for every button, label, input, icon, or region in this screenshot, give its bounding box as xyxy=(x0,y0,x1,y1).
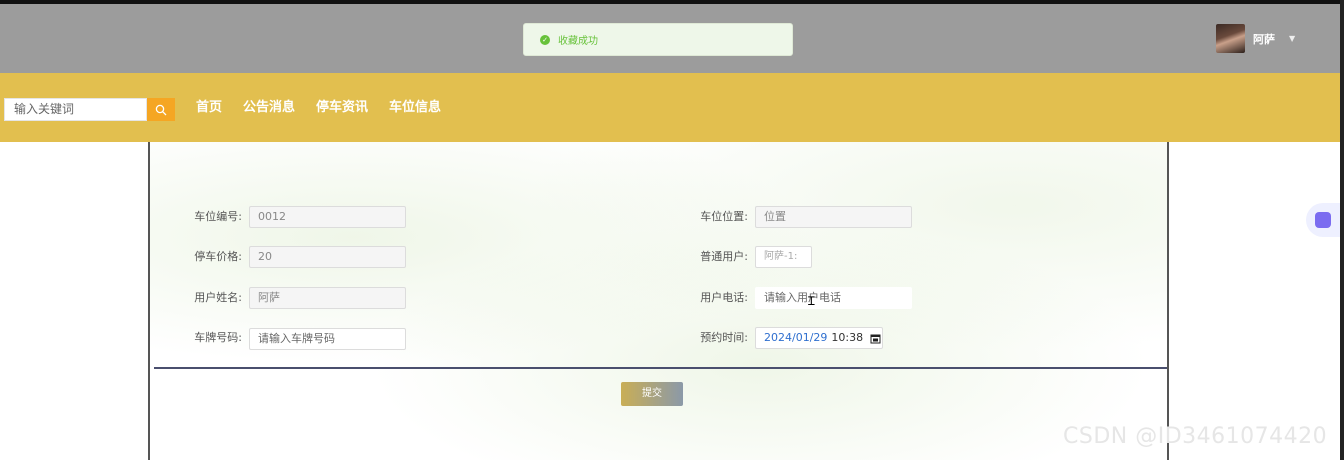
search-button[interactable] xyxy=(147,98,175,121)
plate-no-label: 车牌号码: xyxy=(194,331,242,344)
parking-no-label: 车位编号: xyxy=(194,210,242,223)
user-name-label: 用户姓名: xyxy=(194,291,242,304)
parking-location-field[interactable]: 位置 xyxy=(755,206,912,228)
reserve-time: 10:38 xyxy=(831,331,864,344)
assistant-icon xyxy=(1315,212,1331,228)
nav-item-home[interactable]: 首页 xyxy=(196,98,222,118)
reserve-date: 2024/01/29 xyxy=(764,331,828,344)
user-menu[interactable]: 阿萨 ▼ xyxy=(1216,24,1295,53)
reserve-time-input[interactable]: 2024/01/29 10:38 xyxy=(755,327,883,349)
navbar: 输入关键词 首页 公告消息 停车资讯 车位信息 xyxy=(0,73,1340,142)
nav-item-notices[interactable]: 公告消息 xyxy=(243,98,295,118)
submit-button[interactable]: 提交 xyxy=(621,382,683,406)
reservation-form-panel: 车位编号: 0012 停车价格: 20 用户姓名: 阿萨 车牌号码: 请输入车牌… xyxy=(148,142,1169,460)
nav-item-parking-news[interactable]: 停车资讯 xyxy=(316,98,368,118)
plate-no-input[interactable]: 请输入车牌号码 xyxy=(249,328,406,350)
normal-user-select[interactable]: 阿萨-1: xyxy=(755,246,812,268)
avatar[interactable] xyxy=(1216,24,1245,53)
price-field[interactable]: 20 xyxy=(249,246,406,268)
parking-no-field[interactable]: 0012 xyxy=(249,206,406,228)
text-cursor-icon: Ɪ xyxy=(808,294,815,308)
floating-assistant-button[interactable] xyxy=(1306,203,1344,237)
user-phone-input[interactable]: 请输入用户电话 xyxy=(755,287,912,309)
search-input[interactable]: 输入关键词 xyxy=(4,98,147,121)
success-toast: ✓ 收藏成功 xyxy=(523,23,793,56)
user-name-field[interactable]: 阿萨 xyxy=(249,287,406,309)
window-right-border xyxy=(1340,0,1344,460)
calendar-icon[interactable] xyxy=(870,333,881,344)
watermark: CSDN @ID3461074420 xyxy=(1063,424,1328,449)
user-phone-label: 用户电话: xyxy=(700,291,748,304)
toast-message: 收藏成功 xyxy=(558,36,598,47)
top-header: ✓ 收藏成功 阿萨 ▼ xyxy=(0,4,1344,73)
normal-user-label: 普通用户: xyxy=(700,250,748,263)
price-label: 停车价格: xyxy=(194,250,242,263)
nav-menu: 首页 公告消息 停车资讯 车位信息 xyxy=(196,98,462,118)
parking-location-label: 车位位置: xyxy=(700,210,748,223)
user-name[interactable]: 阿萨 xyxy=(1253,31,1275,47)
caret-down-icon[interactable]: ▼ xyxy=(1289,34,1295,43)
nav-item-parking-info[interactable]: 车位信息 xyxy=(389,98,441,118)
form-divider xyxy=(154,367,1167,369)
search-icon xyxy=(155,104,167,115)
reserve-time-label: 预约时间: xyxy=(700,331,748,344)
check-circle-icon: ✓ xyxy=(540,34,550,45)
